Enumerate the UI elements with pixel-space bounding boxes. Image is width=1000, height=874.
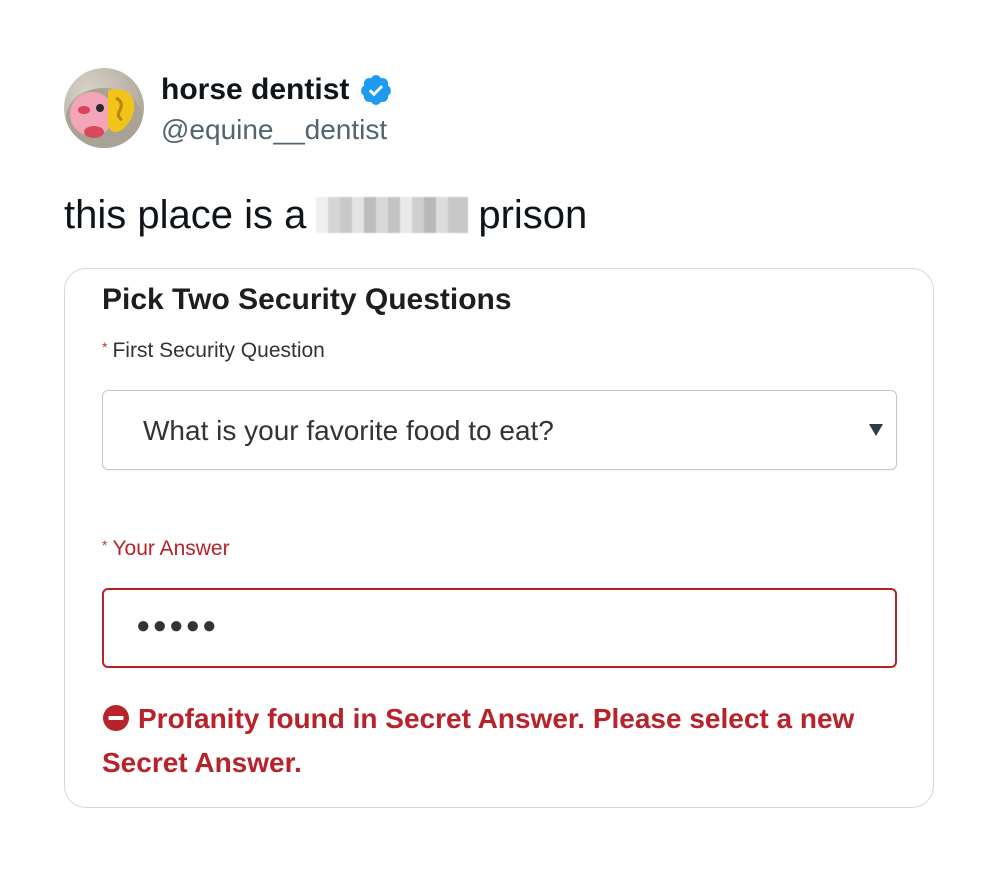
first-question-select[interactable]: What is your favorite food to eat?	[102, 390, 897, 470]
form-title: Pick Two Security Questions	[102, 283, 512, 316]
required-mark: *	[102, 339, 108, 355]
first-question-label: * First Security Question	[102, 339, 325, 363]
secret-answer-input[interactable]: ●●●●●	[102, 588, 897, 668]
display-name[interactable]: horse dentist	[161, 73, 349, 107]
first-question-label-text: First Security Question	[112, 339, 325, 362]
avatar[interactable]	[64, 68, 144, 148]
author-handle[interactable]: @equine__dentist	[161, 114, 387, 146]
triangle-down-icon	[869, 424, 883, 436]
answer-label-text: Your Answer	[112, 537, 230, 560]
required-mark: *	[102, 537, 108, 553]
tweet-text: this place is a prison	[64, 190, 587, 240]
verified-badge-icon	[361, 75, 392, 105]
minus-circle-icon	[103, 705, 129, 731]
tweet-text-before: this place is a	[64, 192, 307, 237]
first-question-selected-value: What is your favorite food to eat?	[143, 415, 554, 446]
censored-word-image	[316, 197, 469, 233]
error-message: Profanity found in Secret Answer. Please…	[102, 697, 902, 785]
secret-answer-value: ●●●●●	[136, 612, 219, 639]
author-name-row: horse dentist	[161, 70, 393, 110]
tweet-text-after: prison	[478, 192, 588, 237]
answer-label: * Your Answer	[102, 537, 230, 561]
embedded-image-card[interactable]: Pick Two Security Questions * First Secur…	[64, 268, 934, 808]
error-message-text: Profanity found in Secret Answer. Please…	[102, 703, 855, 778]
avatar-image	[66, 88, 142, 148]
